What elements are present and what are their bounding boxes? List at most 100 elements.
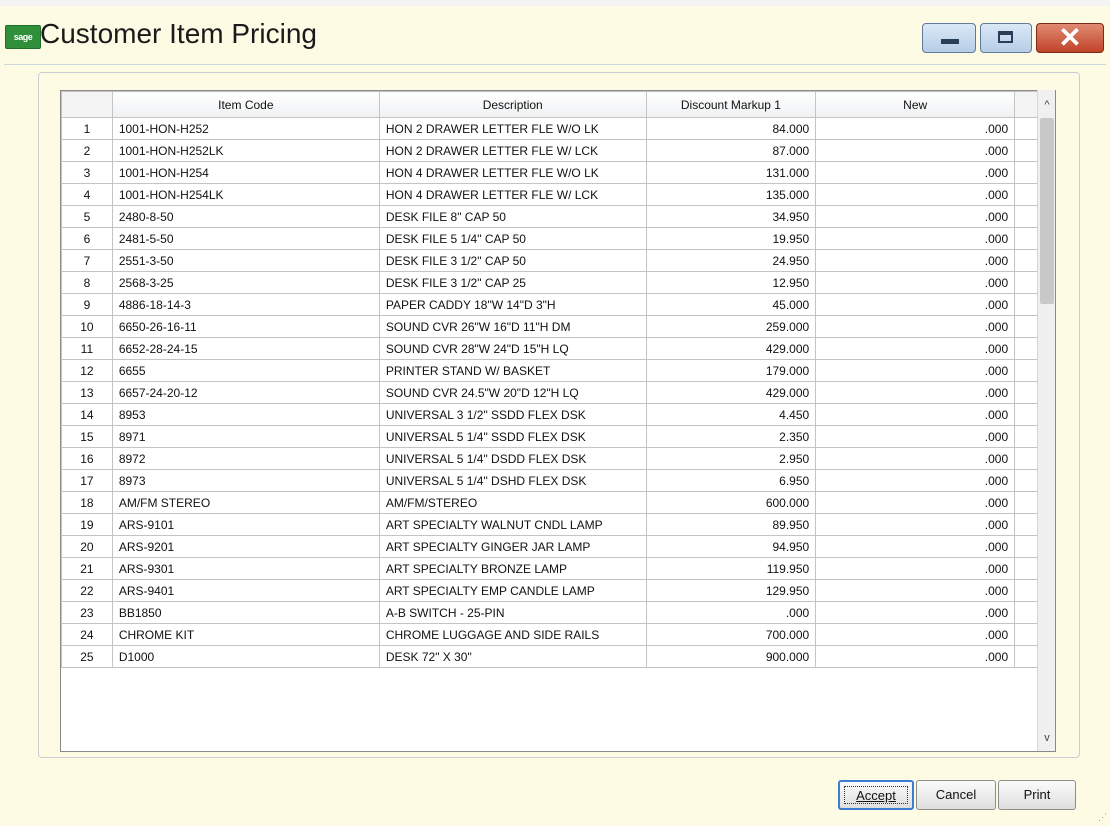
description-cell[interactable]: SOUND CVR 26"W 16"D 11"H DM	[378, 315, 647, 338]
new-value-cell[interactable]: .000	[815, 513, 1016, 536]
table-row[interactable]: 18 AM/FM STEREO AM/FM/STEREO 600.000.000	[61, 491, 1055, 514]
description-cell[interactable]: DESK FILE 5 1/4" CAP 50	[378, 227, 647, 250]
item-code-cell[interactable]: 8953	[111, 403, 380, 426]
row-number-cell[interactable]: 11	[61, 337, 113, 360]
description-cell[interactable]: HON 2 DRAWER LETTER FLE W/ LCK	[378, 139, 647, 162]
row-number-cell[interactable]: 16	[61, 447, 113, 470]
item-code-cell[interactable]: AM/FM STEREO	[111, 491, 380, 514]
item-code-cell[interactable]: 8972	[111, 447, 380, 470]
table-row[interactable]: 13 6657-24-20-12 SOUND CVR 24.5"W 20"D 12"…	[61, 381, 1055, 404]
description-cell[interactable]: HON 2 DRAWER LETTER FLE W/O LK	[378, 117, 647, 140]
discount-markup-cell[interactable]: 900.000	[645, 645, 817, 668]
row-number-cell[interactable]: 15	[61, 425, 113, 448]
scrollbar-thumb[interactable]	[1040, 118, 1054, 304]
item-code-cell[interactable]: 2480-8-50	[111, 205, 380, 228]
table-row[interactable]: 22 ARS-9401 ART SPECIALTY EMP CANDLE LAMP 1…	[61, 579, 1055, 602]
new-value-cell[interactable]: .000	[815, 491, 1016, 514]
row-number-cell[interactable]: 14	[61, 403, 113, 426]
discount-markup-cell[interactable]: 600.000	[645, 491, 817, 514]
new-value-cell[interactable]: .000	[815, 381, 1016, 404]
row-number-cell[interactable]: 10	[61, 315, 113, 338]
pricing-grid[interactable]: Item Code Description Discount Markup 1 …	[60, 90, 1056, 752]
description-cell[interactable]: HON 4 DRAWER LETTER FLE W/O LK	[378, 161, 647, 184]
description-cell[interactable]: HON 4 DRAWER LETTER FLE W/ LCK	[378, 183, 647, 206]
discount-markup-cell[interactable]: 429.000	[645, 381, 817, 404]
description-header[interactable]: Description	[378, 91, 647, 118]
row-number-cell[interactable]: 21	[61, 557, 113, 580]
item-code-cell[interactable]: ARS-9101	[111, 513, 380, 536]
new-value-cell[interactable]: .000	[815, 447, 1016, 470]
new-value-cell[interactable]: .000	[815, 469, 1016, 492]
new-value-cell[interactable]: .000	[815, 623, 1016, 646]
new-value-cell[interactable]: .000	[815, 425, 1016, 448]
new-value-cell[interactable]: .000	[815, 117, 1016, 140]
discount-markup-cell[interactable]: 129.950	[645, 579, 817, 602]
description-cell[interactable]: PRINTER STAND W/ BASKET	[378, 359, 647, 382]
table-row[interactable]: 2 1001-HON-H252LK HON 2 DRAWER LETTER FLE …	[61, 139, 1055, 162]
row-number-cell[interactable]: 6	[61, 227, 113, 250]
table-row[interactable]: 21 ARS-9301 ART SPECIALTY BRONZE LAMP 119.9…	[61, 557, 1055, 580]
description-cell[interactable]: DESK 72" X 30"	[378, 645, 647, 668]
new-value-cell[interactable]: .000	[815, 557, 1016, 580]
description-cell[interactable]: ART SPECIALTY EMP CANDLE LAMP	[378, 579, 647, 602]
item-code-cell[interactable]: 1001-HON-H254	[111, 161, 380, 184]
new-value-cell[interactable]: .000	[815, 337, 1016, 360]
description-cell[interactable]: DESK FILE 8" CAP 50	[378, 205, 647, 228]
description-cell[interactable]: SOUND CVR 28"W 24"D 15"H LQ	[378, 337, 647, 360]
item-code-cell[interactable]: 8973	[111, 469, 380, 492]
table-row[interactable]: 5 2480-8-50 DESK FILE 8" CAP 50 34.950.000	[61, 205, 1055, 228]
discount-markup-cell[interactable]: 4.450	[645, 403, 817, 426]
item-code-cell[interactable]: BB1850	[111, 601, 380, 624]
description-cell[interactable]: ART SPECIALTY BRONZE LAMP	[378, 557, 647, 580]
row-number-cell[interactable]: 5	[61, 205, 113, 228]
item-code-header[interactable]: Item Code	[111, 91, 380, 118]
chevron-up-icon[interactable]: ^	[1038, 96, 1056, 114]
row-number-cell[interactable]: 7	[61, 249, 113, 272]
item-code-cell[interactable]: 6655	[111, 359, 380, 382]
discount-markup-cell[interactable]: 119.950	[645, 557, 817, 580]
title-bar[interactable]: sage Customer Item Pricing ✕	[0, 6, 1110, 64]
item-code-cell[interactable]: ARS-9301	[111, 557, 380, 580]
item-code-cell[interactable]: 2481-5-50	[111, 227, 380, 250]
discount-markup-cell[interactable]: 84.000	[645, 117, 817, 140]
table-row[interactable]: 7 2551-3-50 DESK FILE 3 1/2" CAP 50 24.950.…	[61, 249, 1055, 272]
table-row[interactable]: 1 1001-HON-H252 HON 2 DRAWER LETTER FLE W/…	[61, 117, 1055, 140]
new-value-cell[interactable]: .000	[815, 249, 1016, 272]
discount-markup-cell[interactable]: 94.950	[645, 535, 817, 558]
row-number-cell[interactable]: 22	[61, 579, 113, 602]
new-value-cell[interactable]: .000	[815, 205, 1016, 228]
table-row[interactable]: 9 4886-18-14-3 PAPER CADDY 18"W 14"D 3"H 45…	[61, 293, 1055, 316]
item-code-cell[interactable]: 6650-26-16-11	[111, 315, 380, 338]
description-cell[interactable]: DESK FILE 3 1/2" CAP 50	[378, 249, 647, 272]
description-cell[interactable]: SOUND CVR 24.5"W 20"D 12"H LQ	[378, 381, 647, 404]
description-cell[interactable]: ART SPECIALTY WALNUT CNDL LAMP	[378, 513, 647, 536]
close-button[interactable]: ✕	[1036, 23, 1104, 53]
table-row[interactable]: 6 2481-5-50 DESK FILE 5 1/4" CAP 50 19.950.…	[61, 227, 1055, 250]
description-cell[interactable]: UNIVERSAL 3 1/2" SSDD FLEX DSK	[378, 403, 647, 426]
row-number-cell[interactable]: 23	[61, 601, 113, 624]
item-code-cell[interactable]: 4886-18-14-3	[111, 293, 380, 316]
table-row[interactable]: 16 8972 UNIVERSAL 5 1/4" DSDD FLEX DSK 2.95…	[61, 447, 1055, 470]
description-cell[interactable]: DESK FILE 3 1/2" CAP 25	[378, 271, 647, 294]
new-value-cell[interactable]: .000	[815, 645, 1016, 668]
maximize-button[interactable]	[980, 23, 1032, 53]
minimize-button[interactable]	[922, 23, 976, 53]
description-cell[interactable]: A-B SWITCH - 25-PIN	[378, 601, 647, 624]
row-number-cell[interactable]: 25	[61, 645, 113, 668]
description-cell[interactable]: PAPER CADDY 18"W 14"D 3"H	[378, 293, 647, 316]
discount-markup-cell[interactable]: 2.950	[645, 447, 817, 470]
new-value-cell[interactable]: .000	[815, 161, 1016, 184]
row-number-cell[interactable]: 13	[61, 381, 113, 404]
table-row[interactable]: 20 ARS-9201 ART SPECIALTY GINGER JAR LAMP 9…	[61, 535, 1055, 558]
table-row[interactable]: 10 6650-26-16-11 SOUND CVR 26"W 16"D 11"H …	[61, 315, 1055, 338]
vertical-scrollbar[interactable]: ^ v	[1037, 90, 1055, 751]
item-code-cell[interactable]: 1001-HON-H252LK	[111, 139, 380, 162]
table-row[interactable]: 8 2568-3-25 DESK FILE 3 1/2" CAP 25 12.950.…	[61, 271, 1055, 294]
table-row[interactable]: 14 8953 UNIVERSAL 3 1/2" SSDD FLEX DSK 4.45…	[61, 403, 1055, 426]
accept-button[interactable]: Accept	[838, 780, 914, 810]
item-code-cell[interactable]: ARS-9401	[111, 579, 380, 602]
new-value-cell[interactable]: .000	[815, 403, 1016, 426]
item-code-cell[interactable]: ARS-9201	[111, 535, 380, 558]
row-number-cell[interactable]: 4	[61, 183, 113, 206]
discount-markup-cell[interactable]: 34.950	[645, 205, 817, 228]
